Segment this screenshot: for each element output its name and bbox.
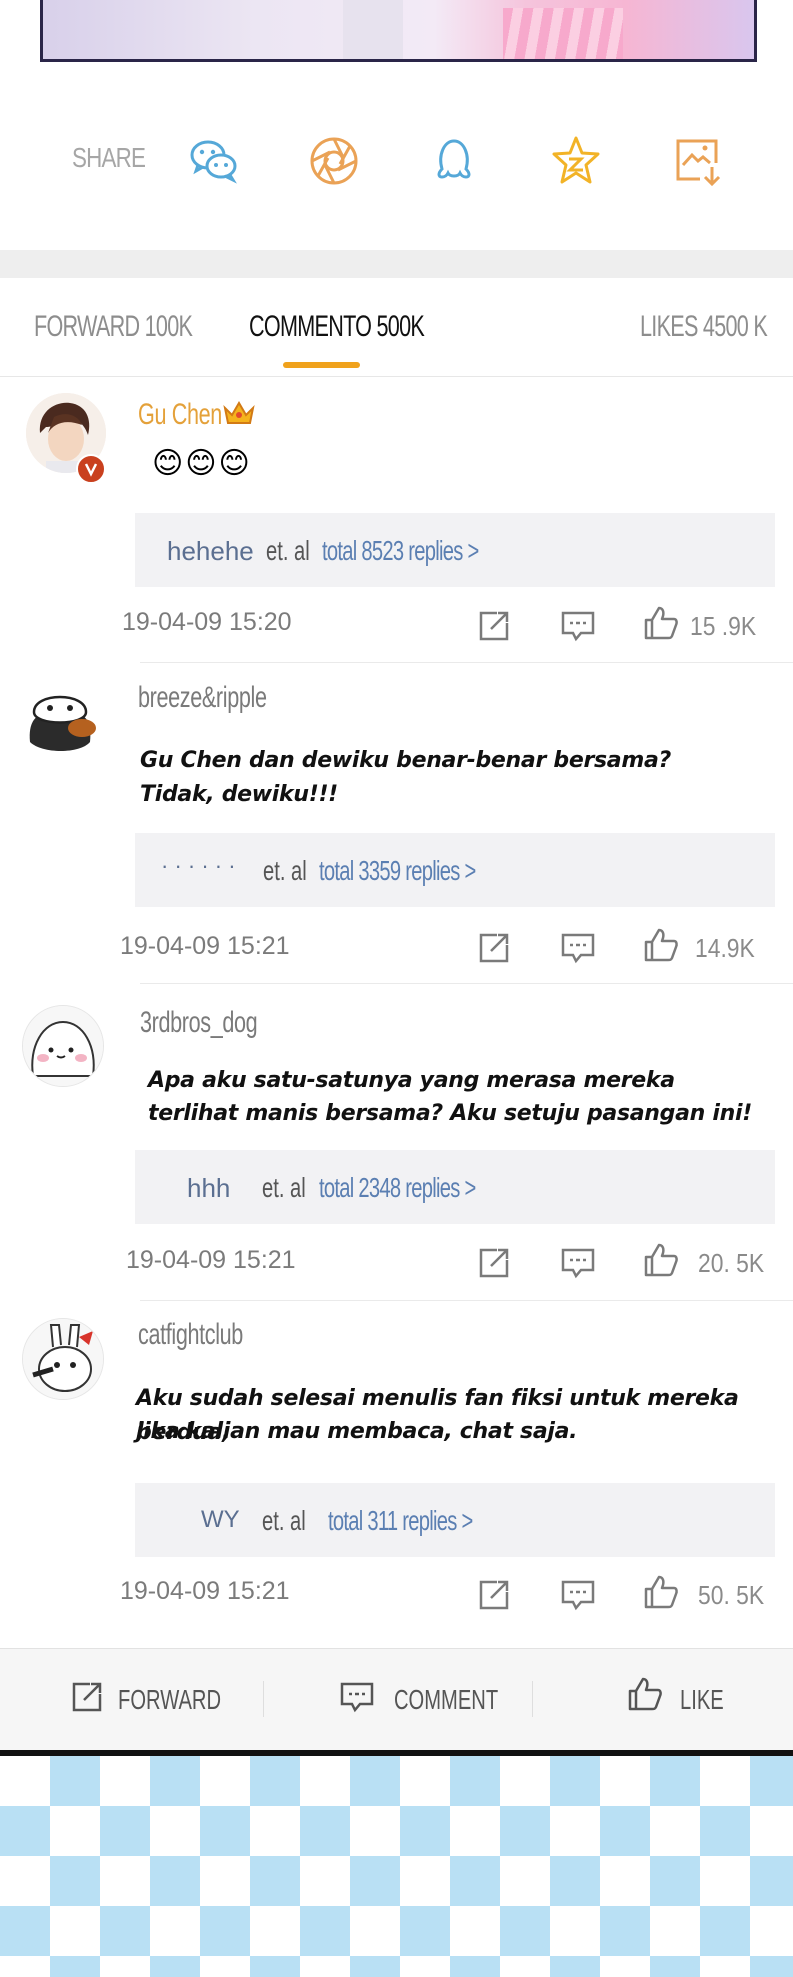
like-count: 20. 5K [698, 1248, 765, 1278]
timestamp: 19-04-09 15:21 [120, 1577, 290, 1605]
crown-icon [222, 398, 256, 433]
like-count: 14.9K [695, 933, 755, 963]
forward-icon[interactable] [475, 929, 513, 967]
avatar[interactable] [20, 682, 100, 762]
reply-preview[interactable]: · · · · · · et. al total 3359 replies > [135, 833, 775, 907]
timestamp: 19-04-09 15:21 [120, 932, 290, 960]
comment-icon[interactable] [559, 929, 597, 967]
avatar[interactable] [22, 1318, 104, 1400]
reply-total-link[interactable]: total 311 replies > [328, 1505, 473, 1537]
reply-total-link[interactable]: total 8523 replies > [322, 535, 479, 567]
section-divider [0, 250, 793, 278]
like-thumb-icon[interactable] [642, 604, 680, 642]
moments-icon[interactable] [306, 133, 362, 189]
comic-panel-top [0, 0, 793, 90]
comment-text-line: jika kalian mau membaca, chat saja. [136, 1419, 578, 1444]
reply-etal: et. al [263, 855, 307, 886]
comment-username[interactable]: 3rdbros_dog [140, 1006, 258, 1040]
comment-text-line: Tidak, dewiku!!! [140, 782, 338, 807]
comment-icon[interactable] [559, 1244, 597, 1282]
reply-total-link[interactable]: total 3359 replies > [319, 855, 476, 887]
forward-icon[interactable] [475, 1244, 513, 1282]
divider [263, 1681, 264, 1717]
reply-preview[interactable]: hhh et. al total 2348 replies > [135, 1150, 775, 1224]
reply-author[interactable]: hehehe [167, 536, 254, 567]
forward-button[interactable]: FORWARD [118, 1684, 221, 1716]
avatar[interactable] [22, 1005, 104, 1087]
forward-count-tab[interactable]: FORWARD 100K [34, 310, 193, 344]
forward-icon[interactable] [68, 1678, 106, 1716]
comment-username[interactable]: breeze&ripple [138, 681, 267, 715]
favorite-star-icon[interactable] [548, 133, 604, 189]
save-image-icon[interactable] [670, 133, 726, 189]
comment-count-tab[interactable]: COMMENTO 500K [249, 310, 425, 344]
qq-icon[interactable] [426, 133, 482, 189]
divider [0, 376, 793, 377]
active-tab-indicator [283, 362, 360, 368]
timestamp: 19-04-09 15:20 [122, 608, 292, 636]
reply-etal: et. al [266, 535, 310, 566]
forward-icon[interactable] [475, 607, 513, 645]
comment-username[interactable]: catfightclub [138, 1318, 243, 1352]
reply-author[interactable]: WY [201, 1506, 240, 1534]
comic-panel-image [40, 0, 757, 62]
like-count: 15 .9K [690, 611, 757, 641]
likes-count-tab[interactable]: LIKES 4500 K [640, 310, 768, 344]
reply-author[interactable]: hhh [187, 1173, 230, 1204]
forward-icon[interactable] [475, 1576, 513, 1614]
wechat-icon[interactable] [186, 133, 242, 189]
comment-text-line: terlihat manis bersama? Aku setuju pasan… [148, 1101, 752, 1126]
reply-total-link[interactable]: total 2348 replies > [319, 1172, 476, 1204]
comment-icon[interactable] [338, 1678, 376, 1716]
comment-icon[interactable] [559, 607, 597, 645]
comment-button[interactable]: COMMENT [394, 1684, 498, 1716]
divider [140, 983, 793, 984]
comment-text-line: Gu Chen dan dewiku benar-benar bersama? [140, 748, 671, 773]
share-label: SHARE [72, 142, 146, 173]
like-thumb-icon[interactable] [642, 1573, 680, 1611]
comment-username[interactable]: Gu Chen [138, 398, 222, 432]
divider [140, 662, 793, 663]
comment-icon[interactable] [559, 1576, 597, 1614]
comment-text-line: Apa aku satu-satunya yang merasa mereka [148, 1068, 675, 1093]
like-thumb-icon[interactable] [642, 1241, 680, 1279]
reply-etal: et. al [262, 1172, 306, 1203]
reply-preview[interactable]: WY et. al total 311 replies > [135, 1483, 775, 1557]
emoji-reaction: 😊😊😊 [152, 446, 252, 481]
like-thumb-icon[interactable] [642, 926, 680, 964]
like-button[interactable]: LIKE [680, 1684, 724, 1716]
reply-preview[interactable]: hehehe et. al total 8523 replies > [135, 513, 775, 587]
reply-etal: et. al [262, 1505, 306, 1536]
divider [532, 1681, 533, 1717]
like-thumb-icon[interactable] [626, 1675, 664, 1713]
timestamp: 19-04-09 15:21 [126, 1246, 296, 1274]
diamond-pattern-panel [0, 1756, 793, 1977]
reply-author[interactable]: · · · · · · [161, 853, 236, 879]
like-count: 50. 5K [698, 1580, 765, 1610]
divider [140, 1300, 793, 1301]
verified-badge-icon [76, 454, 106, 484]
